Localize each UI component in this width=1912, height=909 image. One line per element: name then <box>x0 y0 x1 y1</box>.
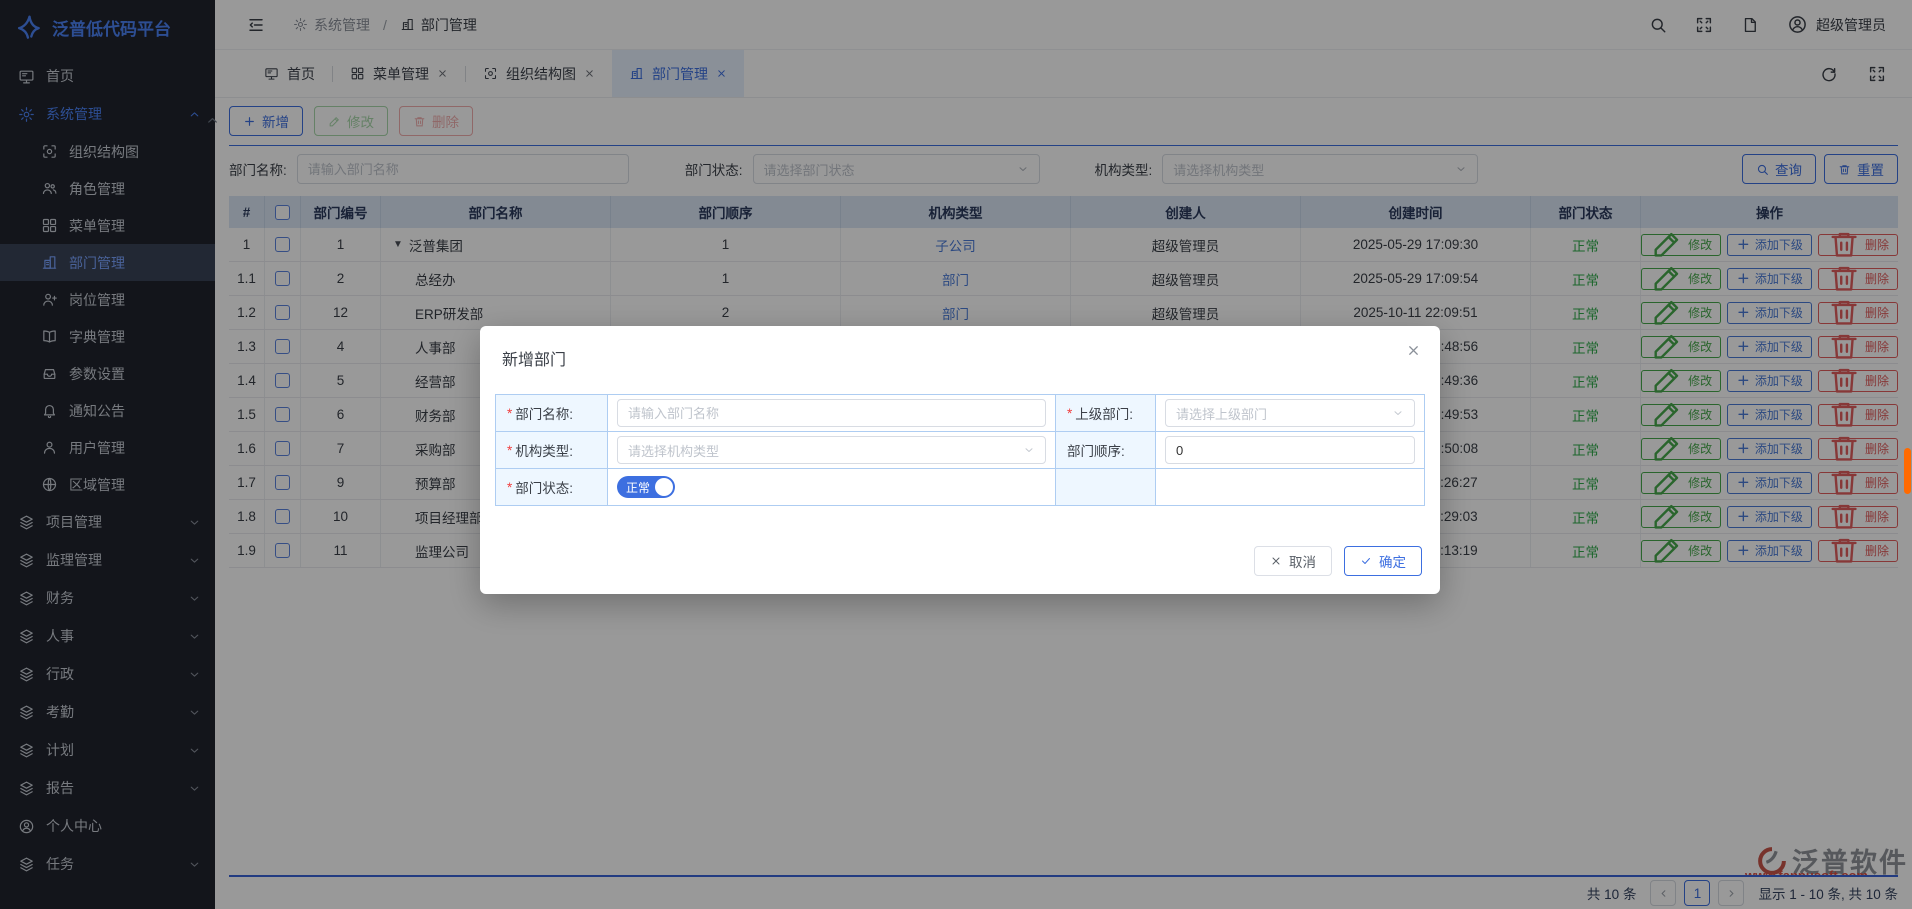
parent-dept-cell: 请选择上级部门 <box>1156 395 1425 432</box>
confirm-button-label: 确定 <box>1379 551 1406 571</box>
cancel-button[interactable]: 取消 <box>1254 546 1332 576</box>
org-type-cell: 请选择机构类型 <box>608 432 1056 469</box>
parent-dept-label: 上级部门: <box>1056 395 1156 432</box>
org-type-label: 机构类型: <box>496 432 608 469</box>
toggle-knob <box>655 478 673 496</box>
close-icon[interactable] <box>1406 343 1421 358</box>
empty-label-cell <box>1056 469 1156 506</box>
confirm-button[interactable]: 确定 <box>1344 546 1422 576</box>
org-type-placeholder: 请选择机构类型 <box>628 441 1023 460</box>
close-icon <box>1270 555 1282 567</box>
dept-name-cell <box>608 395 1056 432</box>
parent-dept-placeholder: 请选择上级部门 <box>1176 404 1392 423</box>
scrollbar-thumb[interactable] <box>1904 448 1911 494</box>
dialog-footer: 取消 确定 <box>1254 546 1422 576</box>
dialog-title: 新增部门 <box>480 326 1440 370</box>
dept-order-label: 部门顺序: <box>1056 432 1156 469</box>
dialog-form: 部门名称: 上级部门: 请选择上级部门 机构类型: 请选择机构类型 部门顺序: … <box>495 394 1425 506</box>
chevron-down-icon <box>1392 407 1404 419</box>
dept-name-input[interactable] <box>617 399 1046 427</box>
dept-status-cell: 正常 <box>608 469 1056 506</box>
toggle-label: 正常 <box>626 479 650 496</box>
add-department-dialog: 新增部门 部门名称: 上级部门: 请选择上级部门 机构类型: 请选择机构类型 部… <box>480 326 1440 594</box>
empty-field-cell <box>1156 469 1425 506</box>
dept-order-cell <box>1156 432 1425 469</box>
check-icon <box>1360 555 1372 567</box>
cancel-button-label: 取消 <box>1289 551 1316 571</box>
chevron-down-icon <box>1023 444 1035 456</box>
parent-dept-select[interactable]: 请选择上级部门 <box>1165 399 1415 427</box>
dept-status-toggle[interactable]: 正常 <box>617 476 675 498</box>
dept-status-label: 部门状态: <box>496 469 608 506</box>
org-type-select[interactable]: 请选择机构类型 <box>617 436 1046 464</box>
dept-name-label: 部门名称: <box>496 395 608 432</box>
dept-order-input[interactable] <box>1165 436 1415 464</box>
